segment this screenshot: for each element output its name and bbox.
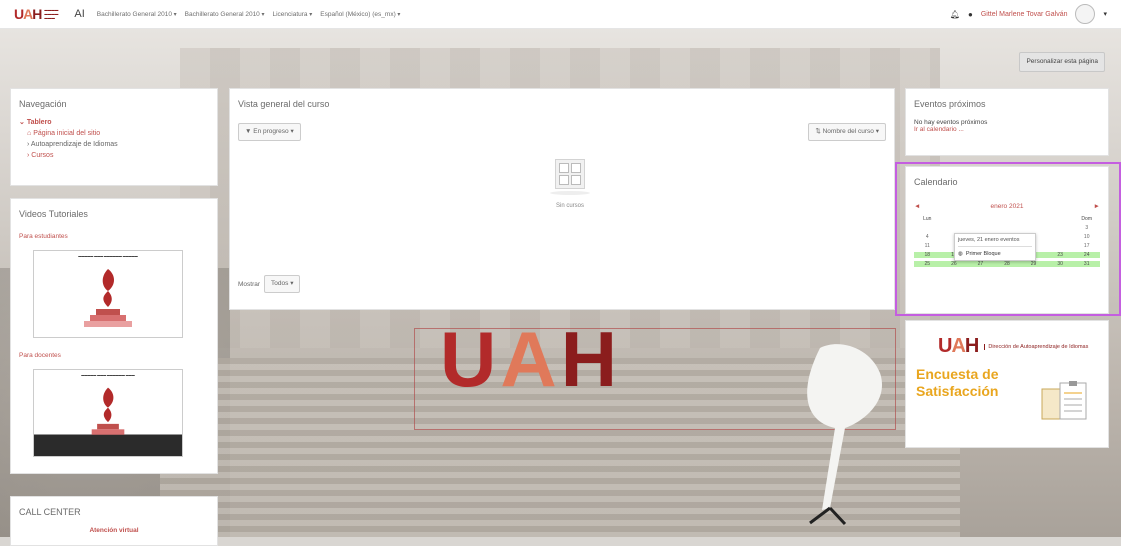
brand-ai-label: AI	[74, 8, 85, 20]
site-logo[interactable]: UAH ▬▬▬▬ ▬▬▬▬ ▬▬▬ AI	[14, 6, 85, 22]
heron-image	[807, 344, 882, 526]
call-center-block: CALL CENTER Atención virtual	[10, 496, 218, 546]
go-to-calendar-link[interactable]: Ir al calendario ...	[914, 126, 1100, 133]
chevron-down-icon: ▾	[875, 128, 879, 135]
navigation-block: Navegación ⌄ Tablero ⌂ Página inicial de…	[10, 88, 218, 186]
students-label: Para estudiantes	[19, 233, 68, 240]
menu-item-bachillerato-2[interactable]: Bachillerato General 2010	[185, 11, 265, 18]
empty-courses: Sin cursos	[540, 159, 600, 209]
survey-uaeh-logo: UAH Dirección de Autoaprendizaje de Idio…	[938, 335, 1089, 357]
uaeh-emblem-icon-2	[91, 387, 125, 435]
student-video-thumbnail[interactable]: ▬▬▬▬▬ ▬▬▬ ▬▬▬▬▬▬ ▬▬▬▬▬	[33, 250, 183, 338]
calendar-highlight-box	[895, 162, 1121, 316]
uaeh-logo-subtitle: ▬▬▬▬ ▬▬▬▬ ▬▬▬	[44, 8, 59, 20]
show-value: Todos	[271, 280, 289, 287]
sort-icon: ⇅	[815, 128, 821, 135]
user-name[interactable]: Gittel Marlene Tovar Galván	[981, 11, 1068, 18]
show-row: Mostrar Todos ▾	[238, 275, 301, 293]
no-events-text: No hay eventos próximos	[914, 119, 988, 126]
virtual-attention-label: Atención virtual	[89, 527, 139, 534]
nav-item-language-learning[interactable]: › Autoaprendizaje de Idiomas	[19, 139, 209, 150]
upcoming-events-block: Eventos próximos No hay eventos próximos…	[905, 88, 1109, 156]
call-center-title: CALL CENTER	[19, 507, 81, 517]
avatar[interactable]	[1075, 4, 1096, 24]
teacher-video-caption: ▬▬▬▬▬ ▬▬▬ ▬▬▬▬▬▬ ▬▬▬	[81, 373, 135, 377]
user-area: 🔔︎ ● Gittel Marlene Tovar Galván ▾	[950, 4, 1107, 24]
sort-dropdown[interactable]: ⇅ Nombre del curso ▾	[808, 123, 886, 141]
teachers-label: Para docentes	[19, 352, 61, 359]
progress-filter-label: En progreso	[253, 128, 289, 135]
show-label: Mostrar	[238, 280, 261, 288]
nav-item-dashboard[interactable]: ⌄ Tablero	[19, 117, 209, 128]
top-menu: Bachillerato General 2010 Bachillerato G…	[97, 11, 401, 18]
empty-courses-text: Sin cursos	[555, 203, 584, 209]
chevron-down-icon: ▾	[290, 128, 294, 135]
uaeh-emblem-icon	[84, 269, 132, 327]
clipboard-icon	[1041, 381, 1087, 420]
chat-icon[interactable]: ●	[968, 10, 973, 19]
bell-icon[interactable]: 🔔︎	[950, 10, 960, 19]
events-title: Eventos próximos	[914, 99, 986, 109]
video-tutorials-block: Videos Tutoriales Para estudiantes ▬▬▬▬▬…	[10, 198, 218, 474]
courses-empty-icon	[555, 159, 585, 189]
show-dropdown[interactable]: Todos ▾	[264, 275, 301, 293]
customize-page-button[interactable]: Personalizar esta página	[1019, 52, 1105, 72]
teacher-video-thumbnail[interactable]: ▬▬▬▬▬ ▬▬▬ ▬▬▬▬▬▬ ▬▬▬	[33, 369, 183, 457]
course-overview-title: Vista general del curso	[238, 99, 330, 109]
nav-item-home-label: Página inicial del sitio	[33, 130, 101, 137]
chevron-down-icon: ▾	[290, 280, 294, 287]
course-overview-block: Vista general del curso ▼ En progreso ▾ …	[229, 88, 895, 310]
filter-icon: ▼	[245, 128, 252, 135]
nav-item-dashboard-label: Tablero	[26, 119, 52, 126]
nav-item-courses[interactable]: › Cursos	[19, 150, 209, 161]
background-uaeh-logo: UAH	[440, 315, 618, 403]
progress-filter-dropdown[interactable]: ▼ En progreso ▾	[238, 123, 301, 141]
uaeh-logo: UAH	[14, 6, 42, 22]
home-icon: ⌂	[27, 130, 32, 137]
satisfaction-survey-block[interactable]: UAH Dirección de Autoaprendizaje de Idio…	[905, 320, 1109, 448]
nav-item-courses-label: Cursos	[31, 152, 54, 159]
survey-logo-text: Dirección de Autoaprendizaje de Idiomas	[984, 343, 1088, 350]
top-navbar: UAH ▬▬▬▬ ▬▬▬▬ ▬▬▬ AI Bachillerato Genera…	[0, 0, 1121, 29]
navigation-title: Navegación	[19, 99, 67, 109]
student-video-caption: ▬▬▬▬▬ ▬▬▬ ▬▬▬▬▬▬ ▬▬▬▬▬	[78, 254, 138, 258]
sort-label: Nombre del curso	[822, 128, 874, 135]
videos-title: Videos Tutoriales	[19, 209, 88, 219]
chevron-down-icon[interactable]: ▾	[1103, 10, 1107, 18]
menu-item-language[interactable]: Español (México) (es_mx)	[320, 11, 400, 18]
menu-item-licenciatura[interactable]: Licenciatura	[273, 11, 313, 18]
menu-item-bachillerato-1[interactable]: Bachillerato General 2010	[97, 11, 177, 18]
nav-item-language-label: Autoaprendizaje de Idiomas	[30, 141, 118, 148]
nav-item-home[interactable]: ⌂ Página inicial del sitio	[19, 128, 209, 139]
